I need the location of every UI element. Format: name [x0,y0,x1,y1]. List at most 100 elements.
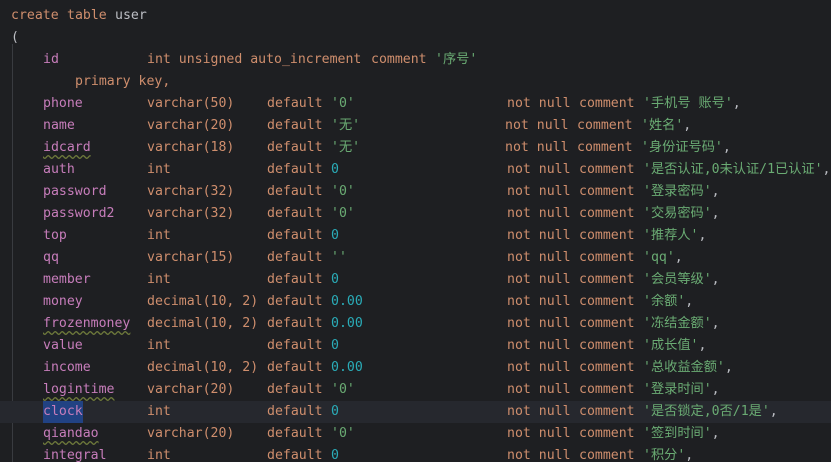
keyword-comment: comment [579,294,635,309]
keyword-comment: comment [577,140,633,155]
keyword-comment: comment [579,184,635,199]
code-line-column: top int default 0 not null comment '推荐人', [0,225,831,247]
keyword-not-null: not null [507,316,571,331]
comment-text: '成长值', [643,338,707,353]
column-type: varchar(32) [147,206,235,221]
column-name: income [43,360,91,375]
keyword-default: default [267,316,323,331]
keyword-comment: comment [577,118,633,133]
column-type: int [147,404,171,419]
code-editor[interactable]: create table user ( id int unsigned auto… [0,0,831,462]
column-name: password2 [43,206,115,221]
line-terminator: , [769,404,778,419]
keyword-default: default [267,250,323,265]
code-line-column: member int default 0 not null comment '会员等级', [0,269,831,291]
keyword-default: default [267,228,323,243]
keyword-default: default [267,140,323,155]
keyword-comment: comment [579,426,635,441]
code-line-open-paren: ( [0,27,831,49]
code-line-column: logintime varchar(20) default '0' not null co… [0,379,831,401]
code-line-column: frozenmoney decimal(10, 2) default 0.00 not … [0,313,831,335]
keyword-comment: comment [579,404,635,419]
column-type-id: int unsigned auto_increment [147,52,362,67]
keyword-default: default [267,448,323,462]
column-type: int [147,228,171,243]
table-name: user [115,8,147,23]
keyword-comment: comment [579,250,635,265]
keyword-not-null: not null [507,360,571,375]
column-type: varchar(15) [147,250,235,265]
keyword-not-null: not null [507,426,571,441]
default-value: 0 [331,162,339,177]
default-value: 0 [331,448,339,462]
code-line-primary-key: primary key, [0,71,831,93]
keyword-not-null: not null [507,96,571,111]
column-name: money [43,294,83,309]
line-terminator: , [722,140,731,155]
keyword-create: create [11,8,59,23]
comment-text: '总收益金额', [643,360,733,375]
open-paren: ( [11,30,19,45]
keyword-comment: comment [579,162,635,177]
column-name: qiandao [43,426,99,441]
default-value: 0 [331,404,339,419]
column-type: int [147,338,171,353]
keyword-default: default [267,272,323,287]
line-terminator: , [711,382,720,397]
default-value: 0.00 [331,294,363,309]
line-terminator: , [711,316,720,331]
column-type: int [147,272,171,287]
code-line-create-table: create table user [0,5,831,27]
column-name-id: id [43,52,59,67]
keyword-default: default [267,426,323,441]
keyword-not-null: not null [507,228,571,243]
default-value: '0' [331,96,355,111]
keyword-comment: comment [579,228,635,243]
line-terminator: , [685,294,694,309]
column-name: logintime [43,382,115,397]
line-terminator: , [711,184,720,199]
keyword-comment: comment [579,206,635,221]
comment-text-id: '序号' [435,52,478,67]
code-line-id: id int unsigned auto_increment comment '… [0,49,831,71]
default-value: '0' [331,382,355,397]
code-line-column: qiandao varchar(20) default '0' not null comm… [0,423,831,445]
keyword-comment: comment [579,360,635,375]
line-terminator: , [711,272,720,287]
keyword-default: default [267,206,323,221]
default-value: '无' [331,118,361,133]
comment-text: '冻结金额', [643,316,720,331]
column-name: auth [43,162,75,177]
keyword-comment: comment [579,96,635,111]
column-type: decimal(10, 2) [147,316,259,331]
keyword-default: default [267,184,323,199]
line-terminator: , [732,96,741,111]
line-terminator: , [698,228,707,243]
keyword-not-null: not null [507,162,571,177]
keyword-comment: comment [579,272,635,287]
comment-text: '是否认证,0未认证/1已认证', [643,162,831,177]
column-type: varchar(20) [147,118,235,133]
column-name: frozenmoney [43,316,131,331]
comment-text: '交易密码', [643,206,720,221]
line-terminator: , [711,426,720,441]
comment-text: '手机号 账号', [643,96,741,111]
column-name: idcard [43,140,91,155]
keyword-default: default [267,382,323,397]
column-type: decimal(10, 2) [147,360,259,375]
keyword-comment: comment [579,448,635,462]
code-line-column: qq varchar(15) default '' not null comment 'qq… [0,247,831,269]
keyword-not-null: not null [507,338,571,353]
code-line-column: password varchar(32) default '0' not null com… [0,181,831,203]
comment-text: '积分', [643,448,694,462]
column-name: value [43,338,83,353]
code-line-column: name varchar(20) default '无' not null comment… [0,115,831,137]
default-value: 0 [331,338,339,353]
comment-text: '登录时间', [643,382,720,397]
keyword-default: default [267,360,323,375]
keyword-primary-key: primary key, [75,74,171,89]
keyword-not-null: not null [507,382,571,397]
default-value: '0' [331,206,355,221]
column-type: varchar(18) [147,140,235,155]
keyword-default: default [267,118,323,133]
